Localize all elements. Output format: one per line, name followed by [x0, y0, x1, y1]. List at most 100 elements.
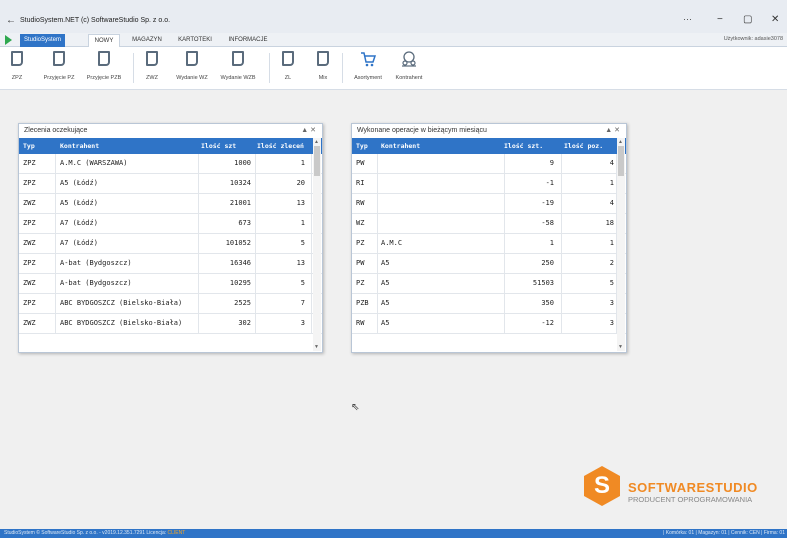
table-row[interactable]: PW A5 250 2	[352, 254, 626, 274]
cell-ilosc-szt: 16346	[229, 259, 251, 267]
column-divider	[311, 234, 312, 253]
tab-kartoteki[interactable]: KARTOTEKI	[177, 34, 213, 47]
table-row[interactable]: RW A5 -12 3	[352, 314, 626, 334]
cell-typ: ZWZ	[23, 239, 36, 247]
column-divider	[561, 294, 562, 313]
cell-kontrahent: A7 (Łódź)	[60, 219, 98, 227]
maximize-button[interactable]: ▢	[743, 14, 752, 25]
wydanie-wzb-button[interactable]: Wydanie WZB	[216, 51, 260, 87]
back-arrow-icon[interactable]: ←	[6, 15, 16, 26]
cell-ilosc-zlecen: 5	[300, 279, 305, 287]
play-icon[interactable]	[5, 35, 12, 45]
cell-typ: RI	[356, 179, 365, 187]
cell-ilosc-szt: 350	[541, 299, 554, 307]
header-typ[interactable]: Typ	[23, 138, 53, 154]
scrollbar[interactable]: ▲ ▼	[617, 138, 625, 351]
scrollbar-thumb[interactable]	[618, 146, 624, 176]
table-row[interactable]: PW 9 4	[352, 154, 626, 174]
cell-kontrahent	[381, 194, 481, 213]
header-ilosc-szt[interactable]: Ilość szt.	[504, 138, 554, 154]
table-row[interactable]: ZWZ A7 (Łódź) 101052 5	[19, 234, 322, 254]
header-ilosc-szt[interactable]: Ilość szt	[201, 138, 251, 154]
tab-magazyn[interactable]: MAGAZYN	[129, 34, 165, 47]
column-divider	[55, 254, 56, 273]
document-icon	[317, 51, 329, 66]
column-divider	[561, 274, 562, 293]
cell-ilosc-zlecen: 3	[300, 319, 305, 327]
header-typ[interactable]: Typ	[356, 138, 378, 154]
table-row[interactable]: ZPZ A.M.C (WARSZAWA) 1000 1	[19, 154, 322, 174]
table-row[interactable]: RW -19 4	[352, 194, 626, 214]
column-divider	[561, 214, 562, 233]
table-row[interactable]: ZPZ ABC BYDGOSZCZ (Bielsko-Biała) 2525 7	[19, 294, 322, 314]
cell-ilosc-zlecen: 5	[300, 239, 305, 247]
kontrahent-button[interactable]: Kontrahent	[391, 51, 427, 87]
tab-studiosystem[interactable]: StudioSystem	[20, 34, 65, 47]
cell-ilosc-zlecen: 1	[300, 159, 305, 167]
scroll-up-icon[interactable]: ▲	[618, 139, 623, 145]
table-row[interactable]: WZ -58 18	[352, 214, 626, 234]
tab-nowy[interactable]: NOWY	[88, 34, 120, 47]
ribbon-separator	[269, 53, 270, 83]
column-divider	[55, 174, 56, 193]
column-divider	[255, 234, 256, 253]
column-divider	[311, 154, 312, 173]
table-row[interactable]: PZB A5 350 3	[352, 294, 626, 314]
cell-ilosc-zlecen: 7	[300, 299, 305, 307]
cell-ilosc-szt: 1000	[234, 159, 251, 167]
asortyment-button[interactable]: Asortyment	[351, 51, 385, 87]
column-divider	[198, 214, 199, 233]
column-divider	[377, 314, 378, 333]
panel-controls[interactable]: ▲ ✕	[605, 124, 620, 138]
table-row[interactable]: ZWZ ABC BYDGOSZCZ (Bielsko-Biała) 302 3	[19, 314, 322, 334]
table-row[interactable]: ZWZ A-bat (Bydgoszcz) 10295 5	[19, 274, 322, 294]
column-divider	[311, 194, 312, 213]
tab-informacje[interactable]: INFORMACJE	[226, 34, 270, 47]
cell-ilosc-szt: 250	[541, 259, 554, 267]
mix-button[interactable]: Mix	[313, 51, 333, 87]
cell-kontrahent	[381, 154, 481, 173]
column-divider	[377, 194, 378, 213]
mouse-cursor-icon: ⇖	[351, 402, 360, 413]
document-icon	[98, 51, 110, 66]
table-row[interactable]: ZPZ A-bat (Bydgoszcz) 16346 13	[19, 254, 322, 274]
header-ilosc-zlecen[interactable]: Ilość zleceń	[257, 138, 307, 154]
ribbon-toolbar: ZPZ Przyjęcie PZ Przyjęcie PZB ZWZ Wydan…	[0, 47, 787, 90]
zwz-button[interactable]: ZWZ	[141, 51, 163, 87]
przyjecie-pz-button[interactable]: Przyjęcie PZ	[38, 51, 80, 87]
table-row[interactable]: PZ A.M.C 1 1	[352, 234, 626, 254]
cell-typ: ZWZ	[23, 279, 36, 287]
minimize-button[interactable]: −	[717, 14, 723, 25]
zpz-button[interactable]: ZPZ	[6, 51, 28, 87]
table-row[interactable]: ZPZ A7 (Łódź) 673 1	[19, 214, 322, 234]
more-options-icon[interactable]: ···	[683, 14, 692, 24]
zl-button[interactable]: ZL	[278, 51, 298, 87]
column-divider	[198, 254, 199, 273]
header-kontrahent[interactable]: Kontrahent	[60, 138, 200, 154]
scrollbar-thumb[interactable]	[314, 146, 320, 176]
cell-kontrahent: A5 (Łódź)	[60, 179, 98, 187]
table-row[interactable]: PZ A5 51503 5	[352, 274, 626, 294]
przyjecie-pzb-button[interactable]: Przyjęcie PZB	[83, 51, 125, 87]
cell-typ: ZPZ	[23, 299, 36, 307]
header-kontrahent[interactable]: Kontrahent	[381, 138, 481, 154]
cell-kontrahent: ABC BYDGOSZCZ (Bielsko-Biała)	[60, 299, 183, 307]
scroll-down-icon[interactable]: ▼	[618, 344, 623, 350]
table-row[interactable]: ZWZ A5 (Łódź) 21001 13	[19, 194, 322, 214]
cell-typ: PZ	[356, 239, 365, 247]
scroll-down-icon[interactable]: ▼	[314, 344, 319, 350]
panel-controls[interactable]: ▲ ✕	[301, 124, 316, 138]
cell-ilosc-szt: -19	[541, 199, 554, 207]
column-divider	[55, 194, 56, 213]
scrollbar[interactable]: ▲ ▼	[313, 138, 321, 351]
panel-title: Wykonane operacje w bieżącym miesiącu ▲ …	[352, 124, 626, 138]
table-row[interactable]: ZPZ A5 (Łódź) 10324 20	[19, 174, 322, 194]
document-icon	[186, 51, 198, 66]
close-button[interactable]: ✕	[771, 14, 779, 25]
header-ilosc-poz[interactable]: Ilość poz.	[564, 138, 614, 154]
scroll-up-icon[interactable]: ▲	[314, 139, 319, 145]
logo-letter: S	[593, 472, 610, 499]
cell-ilosc-poz: 3	[609, 299, 614, 307]
wydanie-wz-button[interactable]: Wydanie WZ	[171, 51, 213, 87]
table-row[interactable]: RI -1 1	[352, 174, 626, 194]
